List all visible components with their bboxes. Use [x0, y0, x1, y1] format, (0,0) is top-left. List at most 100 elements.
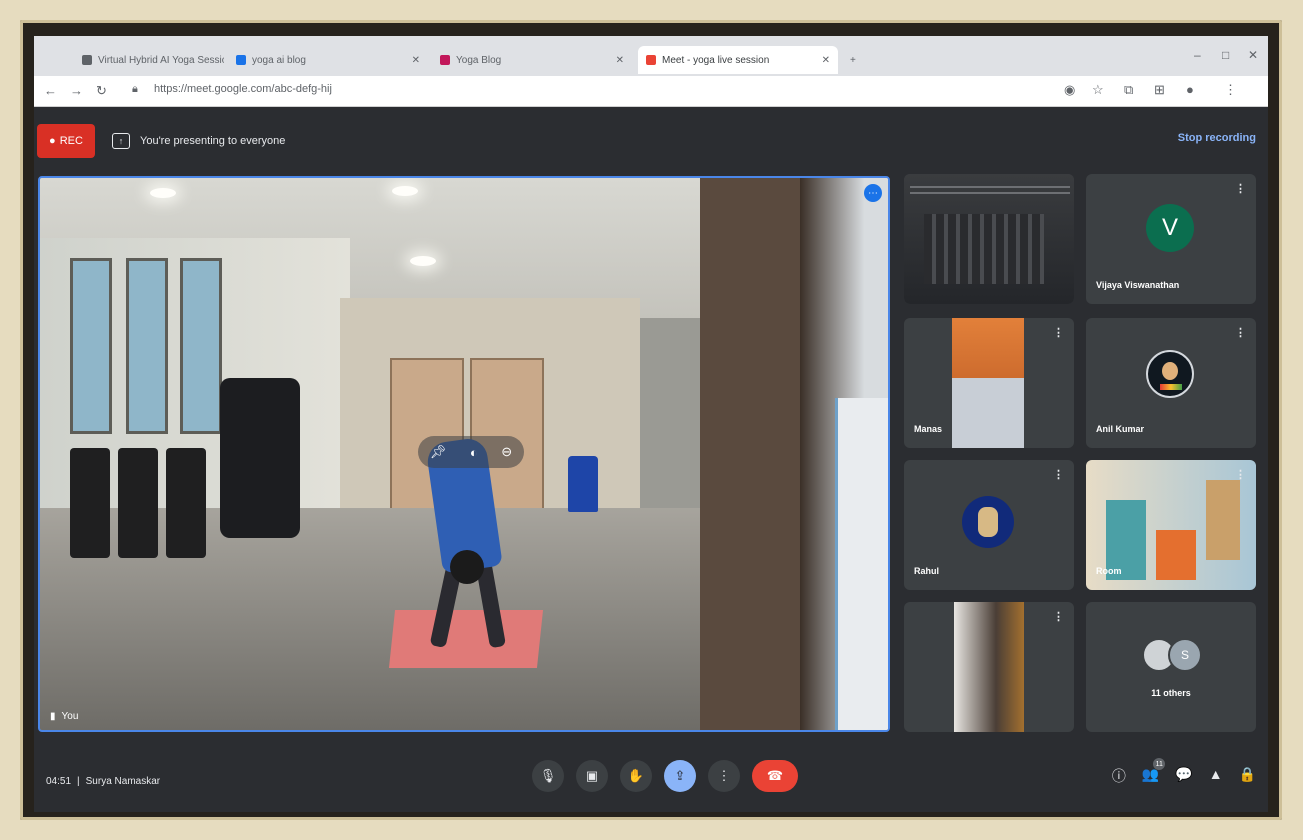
- avatar: V: [1146, 204, 1194, 252]
- maximize-icon[interactable]: □: [1222, 48, 1229, 62]
- star-icon[interactable]: ☆: [1092, 82, 1104, 98]
- mic-icon: ▮: [50, 711, 56, 722]
- browser-addressbar: ← → ↻ 🔒︎ https://meet.google.com/abc-def…: [34, 76, 1268, 107]
- avatar: S: [1168, 638, 1202, 672]
- meeting-time: 04:51: [46, 776, 72, 787]
- participant-name: Vijaya Viswanathan: [1096, 280, 1180, 290]
- lock-icon: 🔒︎: [132, 83, 138, 95]
- tab-label: Virtual Hybrid AI Yoga Session: [98, 54, 224, 66]
- avatar: [1146, 350, 1194, 398]
- participant-name: Rahul: [914, 566, 940, 576]
- remove-participant-icon[interactable]: ⊖: [501, 444, 512, 460]
- participant-tile-5[interactable]: ⋮ Rahul: [904, 460, 1074, 590]
- new-tab-button[interactable]: +: [842, 46, 866, 74]
- close-window-icon[interactable]: ✕: [1248, 48, 1258, 62]
- main-tile-name: ▮ You: [50, 711, 78, 722]
- separator: |: [77, 776, 80, 787]
- host-controls-icon[interactable]: 🔒: [1239, 766, 1256, 786]
- screen: Virtual Hybrid AI Yoga Session ✕ yoga ai…: [34, 36, 1268, 812]
- extensions-icon[interactable]: ⧉: [1124, 82, 1133, 98]
- tab-favicon-icon: [236, 55, 246, 65]
- tile-hover-controls[interactable]: 📌︎ ◐ ⊖: [418, 436, 524, 468]
- plus-icon: +: [850, 54, 856, 66]
- close-icon[interactable]: ✕: [412, 55, 420, 66]
- menu-icon[interactable]: ⋮: [1224, 82, 1237, 98]
- participant-tile-7[interactable]: ⋮: [904, 602, 1074, 732]
- recording-label: REC: [59, 135, 83, 147]
- others-avatars: S: [1142, 638, 1202, 672]
- more-options-icon[interactable]: ⋮: [1235, 326, 1246, 339]
- participant-tile-4[interactable]: ⋮ Anil Kumar: [1086, 318, 1256, 448]
- people-button[interactable]: 👥 11: [1142, 758, 1166, 786]
- mute-participant-icon[interactable]: ◐: [470, 445, 478, 460]
- participant-video: [904, 174, 1074, 304]
- present-now-button[interactable]: ⇪: [664, 760, 696, 792]
- profile-icon[interactable]: ●: [1186, 82, 1194, 97]
- presenting-notice: ↑ You're presenting to everyone: [112, 124, 285, 158]
- main-video-tile[interactable]: 📌︎ ◐ ⊖ ⋯ ▮ You: [38, 176, 890, 732]
- bookmark-icon[interactable]: ⊞: [1154, 82, 1165, 98]
- leave-call-button[interactable]: ☎: [752, 760, 798, 792]
- record-dot-icon: ●: [49, 135, 56, 147]
- browser-tab-2[interactable]: yoga ai blog ✕: [228, 46, 428, 74]
- side-panel-controls: ⓘ 👥 11 💬 ▲ 🔒: [1112, 758, 1256, 786]
- mic-toggle-button[interactable]: 🎙: [532, 760, 564, 792]
- stop-recording-button[interactable]: Stop recording: [1178, 132, 1256, 144]
- participant-name: Anil Kumar: [1096, 424, 1145, 434]
- chat-icon[interactable]: 💬: [1175, 766, 1192, 786]
- present-screen-icon: ↑: [112, 133, 130, 149]
- raise-hand-button[interactable]: ✋: [620, 760, 652, 792]
- more-options-icon[interactable]: ⋮: [1235, 468, 1246, 481]
- url-field[interactable]: https://meet.google.com/abc-defg-hij: [154, 83, 332, 95]
- tab-favicon-icon: [82, 55, 92, 65]
- participant-tile-3[interactable]: ⋮ Manas: [904, 318, 1074, 448]
- others-tile[interactable]: S 11 others: [1086, 602, 1256, 732]
- end-call-icon: ☎: [766, 768, 784, 783]
- others-count-label: 11 others: [1151, 688, 1191, 698]
- participant-name: Room: [1096, 566, 1122, 576]
- participant-name: Manas: [914, 424, 943, 434]
- more-options-icon[interactable]: ⋮: [1053, 326, 1064, 339]
- pin-icon[interactable]: 📌︎: [430, 444, 447, 460]
- close-icon[interactable]: ✕: [616, 55, 624, 66]
- present-icon: ⇪: [674, 768, 686, 783]
- more-options-icon[interactable]: ⋮: [1053, 468, 1064, 481]
- recording-badge: ● REC: [37, 124, 95, 158]
- camera-toggle-button[interactable]: ▣: [576, 760, 608, 792]
- meeting-name: Surya Namaskar: [85, 776, 161, 787]
- participant-tile-2[interactable]: ⋮ V Vijaya Viswanathan: [1086, 174, 1256, 304]
- participant-tile-1[interactable]: [904, 174, 1074, 304]
- close-icon[interactable]: ✕: [822, 55, 830, 66]
- more-options-button[interactable]: ⋮: [708, 760, 740, 792]
- browser-tab-1[interactable]: Virtual Hybrid AI Yoga Session ✕: [74, 46, 224, 74]
- browser-tab-3[interactable]: Yoga Blog ✕: [432, 46, 632, 74]
- forward-arrow-icon[interactable]: →: [70, 83, 83, 98]
- camera-icon: ▣: [585, 768, 599, 783]
- yoga-mat: [388, 610, 544, 668]
- browser-tab-4-active[interactable]: Meet - yoga live session ✕: [638, 46, 838, 74]
- call-controls: 🎙 ▣ ✋ ⇪ ⋮ ☎: [532, 760, 798, 792]
- minimize-icon[interactable]: –: [1194, 48, 1201, 62]
- tab-favicon-icon: [646, 55, 656, 65]
- activities-icon[interactable]: ▲: [1209, 766, 1223, 786]
- participant-tile-6[interactable]: ⋮ Room: [1086, 460, 1256, 590]
- hand-icon: ✋: [627, 768, 645, 783]
- tile-more-options-button[interactable]: ⋯: [864, 184, 882, 202]
- more-vert-icon: ⋮: [717, 768, 731, 783]
- more-options-icon[interactable]: ⋮: [1053, 610, 1064, 623]
- people-count-badge: 11: [1153, 758, 1166, 770]
- main-participant-name: You: [61, 711, 79, 722]
- info-icon[interactable]: ⓘ: [1112, 766, 1126, 786]
- tab-label: Meet - yoga live session: [662, 54, 770, 66]
- tab-favicon-icon: [440, 55, 450, 65]
- mic-icon: 🎙: [539, 768, 557, 783]
- tab-label: Yoga Blog: [456, 54, 502, 66]
- more-options-icon[interactable]: ⋮: [1235, 182, 1246, 195]
- tab-label: yoga ai blog: [252, 54, 306, 66]
- back-arrow-icon[interactable]: ←: [44, 83, 57, 98]
- meeting-info: 04:51 | Surya Namaskar: [46, 776, 160, 787]
- avatar: [962, 496, 1014, 548]
- browser-tabbar: Virtual Hybrid AI Yoga Session ✕ yoga ai…: [34, 36, 1268, 76]
- reload-icon[interactable]: ↻: [96, 83, 107, 99]
- camera-indicator-icon[interactable]: ◉: [1064, 82, 1075, 98]
